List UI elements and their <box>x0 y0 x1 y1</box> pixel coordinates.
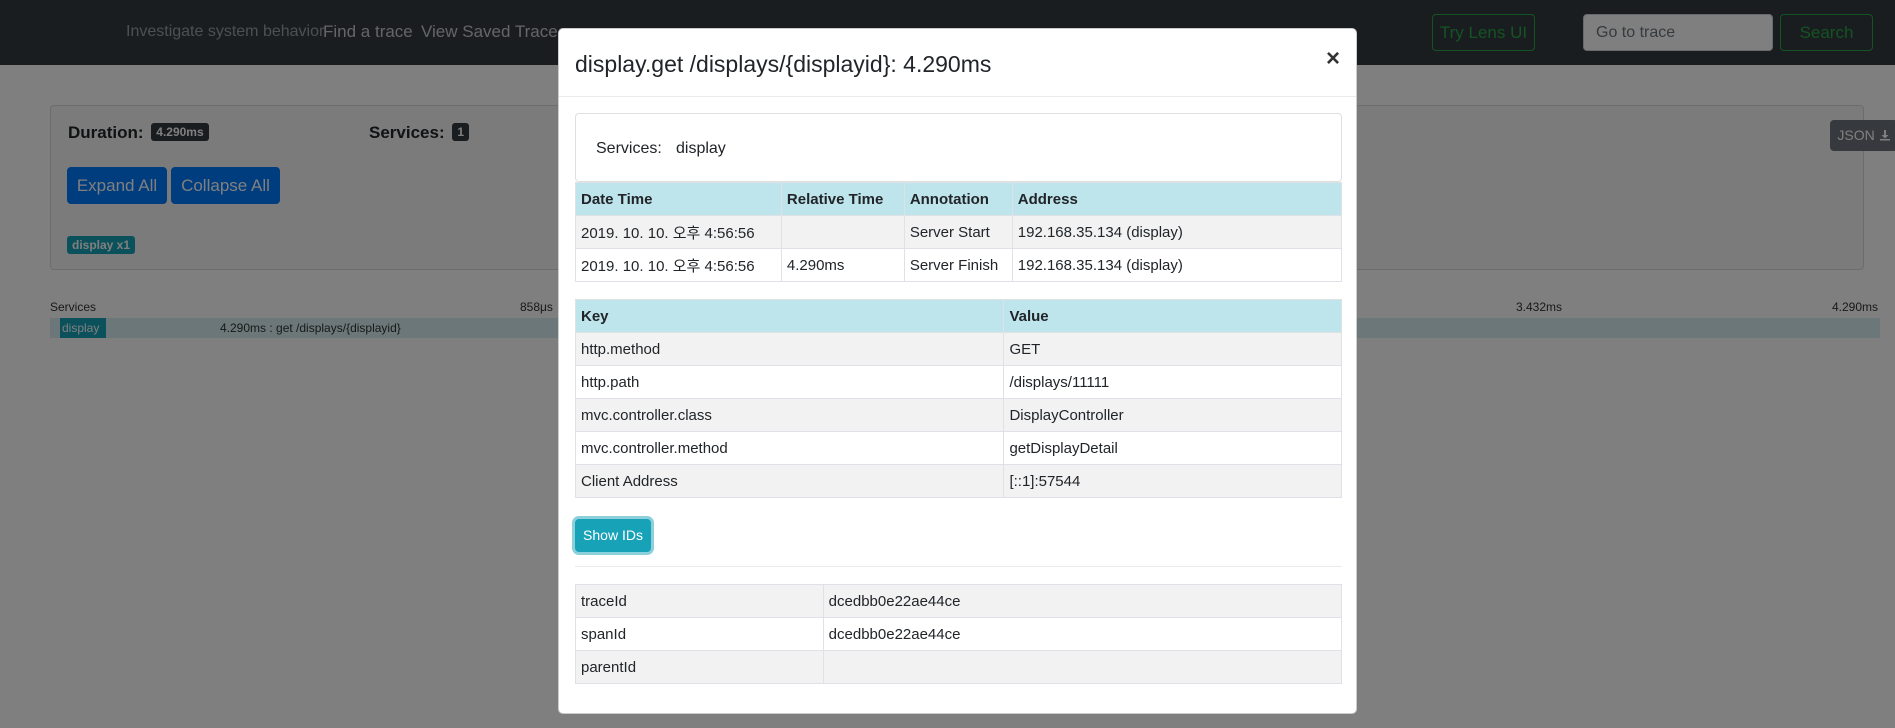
table-cell: 2019. 10. 10. 오후 4:56:56 <box>575 215 782 249</box>
modal-services-card: Services: display <box>575 113 1342 182</box>
tags-table: Key Value http.method GET http.path /dis… <box>574 299 1342 498</box>
table-row: http.method GET <box>574 332 1342 366</box>
table-row: http.path /displays/11111 <box>574 365 1342 399</box>
id-value: dcedbb0e22ae44ce <box>822 617 1343 651</box>
table-row: traceId dcedbb0e22ae44ce <box>575 584 1343 618</box>
tag-key: mvc.controller.method <box>574 431 1005 465</box>
annotations-table: Date Time Relative Time Annotation Addre… <box>575 182 1343 282</box>
table-row: parentId <box>575 650 1343 684</box>
close-icon[interactable]: × <box>1326 47 1340 71</box>
tag-key: http.path <box>574 365 1005 399</box>
table-header-row: Key Value <box>574 299 1342 333</box>
tag-value: getDisplayDetail <box>1003 431 1342 465</box>
table-cell <box>780 215 905 249</box>
table-row: 2019. 10. 10. 오후 4:56:56 Server Start 19… <box>575 215 1343 249</box>
table-header-row: Date Time Relative Time Annotation Addre… <box>575 182 1343 216</box>
table-row: Client Address [::1]:57544 <box>574 464 1342 498</box>
id-value <box>822 650 1343 684</box>
tag-key: mvc.controller.class <box>574 398 1005 432</box>
modal-title: display.get /displays/{displayid}: 4.290… <box>575 51 992 77</box>
tag-value: DisplayController <box>1003 398 1342 432</box>
id-key: traceId <box>575 584 824 618</box>
table-row: spanId dcedbb0e22ae44ce <box>575 617 1343 651</box>
id-value: dcedbb0e22ae44ce <box>822 584 1343 618</box>
ids-table: traceId dcedbb0e22ae44ce spanId dcedbb0e… <box>575 584 1343 684</box>
column-header: Value <box>1003 299 1342 333</box>
tag-key: Client Address <box>574 464 1005 498</box>
table-row: 2019. 10. 10. 오후 4:56:56 4.290ms Server … <box>575 248 1343 282</box>
column-header: Relative Time <box>780 182 905 216</box>
table-cell: Server Start <box>903 215 1013 249</box>
tag-value: /displays/11111 <box>1003 365 1342 399</box>
tag-key: http.method <box>574 332 1005 366</box>
span-detail-modal: display.get /displays/{displayid}: 4.290… <box>558 28 1357 714</box>
modal-services-label: Services: <box>596 140 662 157</box>
id-key: spanId <box>575 617 824 651</box>
table-cell: 4.290ms <box>780 248 905 282</box>
table-row: mvc.controller.method getDisplayDetail <box>574 431 1342 465</box>
table-row: mvc.controller.class DisplayController <box>574 398 1342 432</box>
column-header: Address <box>1011 182 1343 216</box>
table-cell: 2019. 10. 10. 오후 4:56:56 <box>575 248 782 282</box>
column-header: Key <box>574 299 1005 333</box>
column-header: Date Time <box>575 182 782 216</box>
table-cell: 192.168.35.134 (display) <box>1011 248 1343 282</box>
tag-value: [::1]:57544 <box>1003 464 1342 498</box>
modal-services-value: display <box>676 140 726 157</box>
table-cell: Server Finish <box>903 248 1013 282</box>
table-cell: 192.168.35.134 (display) <box>1011 215 1343 249</box>
divider <box>575 566 1342 567</box>
column-header: Annotation <box>903 182 1013 216</box>
modal-header: display.get /displays/{displayid}: 4.290… <box>559 29 1356 97</box>
tag-value: GET <box>1003 332 1342 366</box>
id-key: parentId <box>575 650 824 684</box>
show-ids-button[interactable]: Show IDs <box>575 519 651 552</box>
